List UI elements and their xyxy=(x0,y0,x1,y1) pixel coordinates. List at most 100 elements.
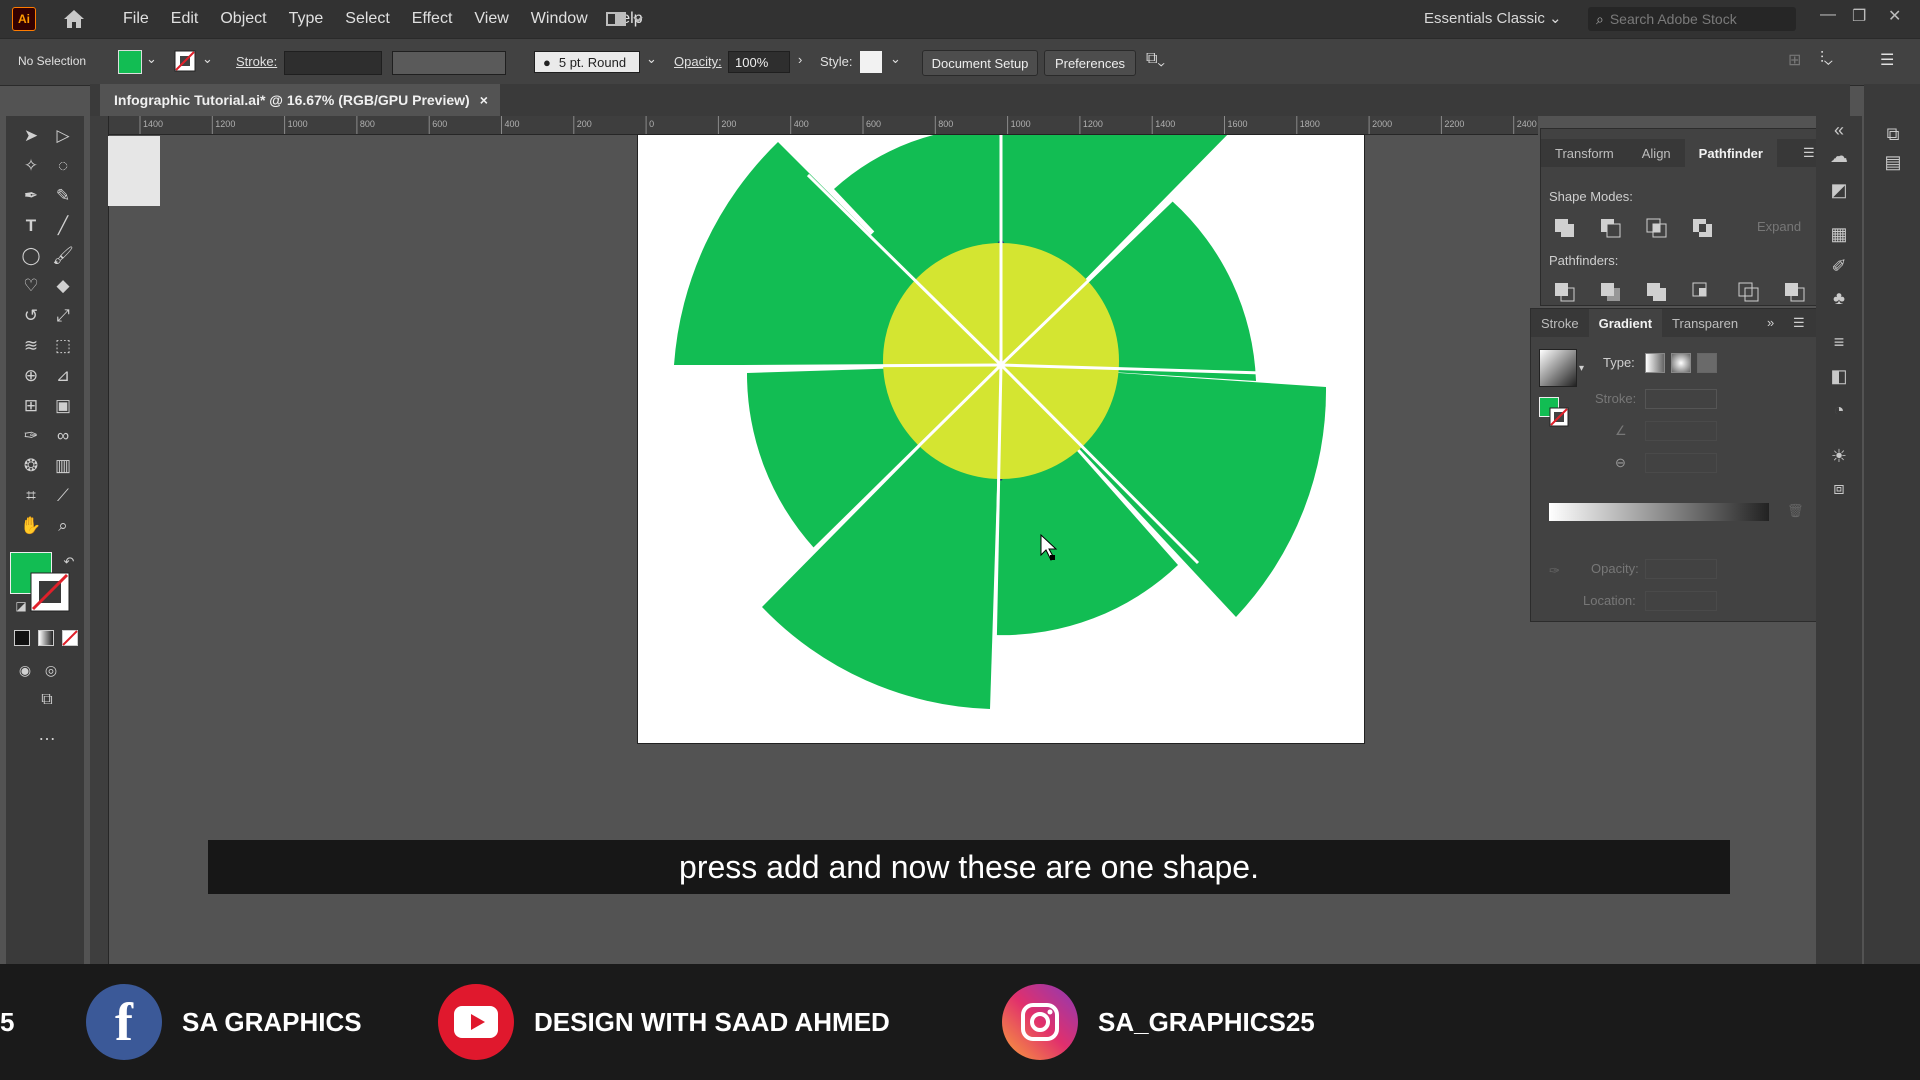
curvature-tool-icon[interactable]: ✎ xyxy=(50,184,76,208)
opacity-input[interactable]: 100% xyxy=(728,51,790,73)
default-colors-icon[interactable]: ◪ xyxy=(8,594,34,618)
stroke-panel-icon[interactable]: ≡ xyxy=(1828,332,1850,352)
gradient-slider[interactable] xyxy=(1549,503,1769,521)
document-setup-button[interactable]: Document Setup xyxy=(922,50,1038,76)
paintbrush-icon[interactable]: 🖌 xyxy=(50,244,76,268)
none-mode-icon[interactable] xyxy=(62,630,78,646)
collapse-dock-icon[interactable]: « xyxy=(1828,120,1850,140)
eraser-icon[interactable]: ◆ xyxy=(50,274,76,298)
chevron-down-icon[interactable]: ⌄ xyxy=(202,51,213,67)
appearance-icon[interactable]: ☀ xyxy=(1828,446,1850,466)
merge-icon[interactable] xyxy=(1645,281,1671,303)
lasso-icon[interactable]: ◌ xyxy=(50,154,76,178)
menu-edit[interactable]: Edit xyxy=(160,10,210,28)
brush-definition[interactable]: ● 5 pt. Round xyxy=(534,51,640,73)
gradient-preview[interactable] xyxy=(1539,349,1577,387)
stroke-color-box[interactable] xyxy=(30,572,70,612)
panel-menu-icon[interactable]: ☰ xyxy=(1793,315,1805,331)
libraries-icon[interactable]: ☁ xyxy=(1828,146,1850,166)
close-window-icon[interactable]: ✕ xyxy=(1888,6,1901,26)
menu-select[interactable]: Select xyxy=(334,10,400,28)
swatches-icon[interactable]: ▦ xyxy=(1828,224,1850,244)
align-icon[interactable]: ⫶⌄ xyxy=(1820,50,1833,68)
trim-icon[interactable] xyxy=(1599,281,1625,303)
layers-icon[interactable]: ⧉ xyxy=(1882,124,1904,144)
blend-tool-icon[interactable]: ∞ xyxy=(50,424,76,448)
tab-gradient[interactable]: Gradient xyxy=(1588,309,1663,337)
chevron-down-icon[interactable]: ▾ xyxy=(1579,363,1584,374)
screen-mode-icon[interactable]: ⧉ xyxy=(34,688,60,712)
selection-tool-icon[interactable]: ➤ xyxy=(18,124,44,148)
draw-behind-icon[interactable]: ◎ xyxy=(38,658,64,682)
expand-button[interactable]: Expand xyxy=(1757,219,1801,234)
panel-menu-icon[interactable]: ☰ xyxy=(1803,145,1815,161)
chevron-down-icon[interactable]: ⌄ xyxy=(146,51,157,67)
direct-selection-tool-icon[interactable]: ▷ xyxy=(50,124,76,148)
arrange-documents-icon[interactable] xyxy=(606,10,646,28)
magic-wand-icon[interactable]: ✧ xyxy=(18,154,44,178)
symbols-icon[interactable]: ♣ xyxy=(1828,288,1850,308)
facebook-link[interactable]: f SA GRAPHICS xyxy=(86,964,362,1080)
properties-icon[interactable]: ◩ xyxy=(1828,180,1850,200)
more-tools-icon[interactable]: … xyxy=(34,722,60,746)
chevron-down-icon[interactable]: ⌄ xyxy=(890,51,901,67)
stroke-indicator[interactable] xyxy=(1549,407,1569,427)
swap-colors-icon[interactable]: ↶ xyxy=(56,550,82,574)
search-stock-input[interactable]: ⌕ Search Adobe Stock xyxy=(1588,7,1796,31)
minus-back-icon[interactable] xyxy=(1783,281,1809,303)
rotate-tool-icon[interactable]: ↺ xyxy=(18,304,44,328)
scale-tool-icon[interactable]: ⤢ xyxy=(50,304,76,328)
transform-icon[interactable]: ⊞ xyxy=(1788,50,1801,70)
gradient-mode-icon[interactable] xyxy=(38,630,54,646)
tab-stroke[interactable]: Stroke xyxy=(1531,309,1589,337)
artboard[interactable] xyxy=(637,134,1365,744)
shape-builder-icon[interactable]: ⊕ xyxy=(18,364,44,388)
pen-tool-icon[interactable]: ✒ xyxy=(18,184,44,208)
slice-tool-icon[interactable]: ⟋ xyxy=(50,484,76,508)
tab-transform[interactable]: Transform xyxy=(1541,139,1628,167)
workspace-switcher[interactable]: Essentials Classic ⌄ xyxy=(1424,9,1562,27)
stop-location-input[interactable] xyxy=(1645,591,1717,611)
chevron-down-icon[interactable]: ⌄ xyxy=(646,51,657,67)
graphic-styles-icon[interactable]: ⧈ xyxy=(1828,478,1850,498)
outline-icon[interactable] xyxy=(1737,281,1763,303)
color-mode-icon[interactable] xyxy=(14,630,30,646)
instagram-link[interactable]: SA_GRAPHICS25 xyxy=(1002,964,1315,1080)
eyedropper-icon[interactable]: ✑ xyxy=(18,424,44,448)
more-panels-icon[interactable]: » xyxy=(1767,315,1774,330)
transparency-icon[interactable]: ◔ xyxy=(1828,400,1850,420)
minimize-icon[interactable]: — xyxy=(1820,6,1836,24)
infographic-artwork[interactable] xyxy=(638,135,1365,744)
menu-icon[interactable]: ☰ xyxy=(1880,50,1894,70)
arrange-icon[interactable]: ⧉⌄ xyxy=(1146,50,1165,68)
freeform-gradient-icon[interactable] xyxy=(1697,353,1717,373)
ellipse-tool-icon[interactable]: ◯ xyxy=(18,244,44,268)
mesh-tool-icon[interactable]: ⊞ xyxy=(18,394,44,418)
menu-type[interactable]: Type xyxy=(278,10,335,28)
free-transform-icon[interactable]: ⬚ xyxy=(50,334,76,358)
aspect-ratio-input[interactable] xyxy=(1645,453,1717,473)
exclude-icon[interactable] xyxy=(1691,217,1717,239)
linear-gradient-icon[interactable] xyxy=(1645,353,1665,373)
tab-pathfinder[interactable]: Pathfinder xyxy=(1684,139,1777,167)
preferences-button[interactable]: Preferences xyxy=(1044,50,1136,76)
minus-front-icon[interactable] xyxy=(1599,217,1625,239)
style-swatch[interactable] xyxy=(860,51,882,73)
gradient-panel-icon[interactable]: ◧ xyxy=(1828,366,1850,386)
restore-icon[interactable]: ❐ xyxy=(1852,6,1866,26)
symbol-sprayer-icon[interactable]: ❂ xyxy=(18,454,44,478)
eyedropper-icon[interactable]: ✑ xyxy=(1549,563,1560,579)
tab-transparency[interactable]: Transparen xyxy=(1662,309,1748,337)
tab-align[interactable]: Align xyxy=(1628,139,1685,167)
line-tool-icon[interactable]: ╱ xyxy=(50,214,76,238)
fill-swatch[interactable] xyxy=(118,50,142,74)
stop-opacity-input[interactable] xyxy=(1645,559,1717,579)
type-tool-icon[interactable]: T xyxy=(18,214,44,238)
artboard-tool-icon[interactable]: ⌗ xyxy=(18,484,44,508)
radial-gradient-icon[interactable] xyxy=(1671,353,1691,373)
menu-view[interactable]: View xyxy=(463,10,519,28)
home-icon[interactable] xyxy=(62,8,86,30)
hand-tool-icon[interactable]: ✋ xyxy=(18,514,44,538)
graph-tool-icon[interactable]: ▥ xyxy=(50,454,76,478)
gradient-tool-icon[interactable]: ▣ xyxy=(50,394,76,418)
